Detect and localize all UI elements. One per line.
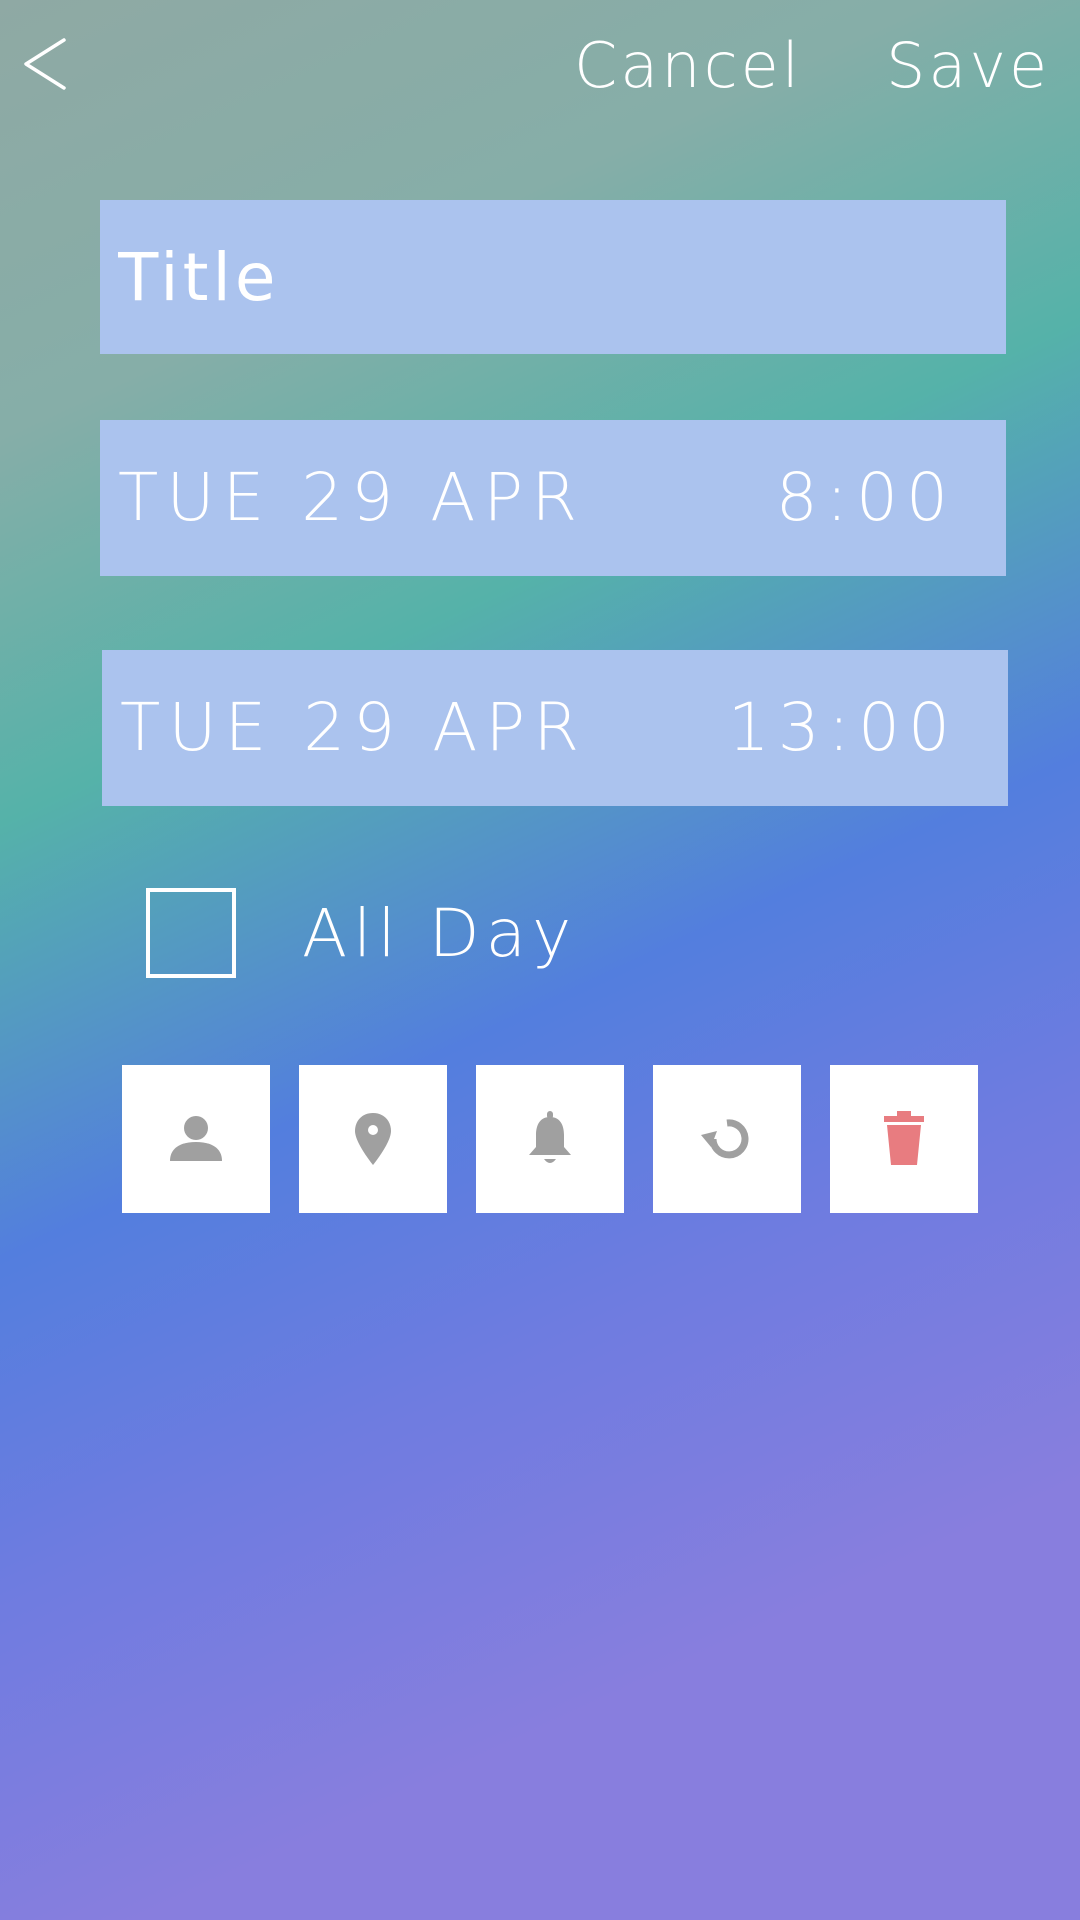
- start-datetime-row[interactable]: TUE 29 APR 8:00: [100, 420, 1006, 576]
- contact-button[interactable]: [122, 1065, 270, 1213]
- all-day-toggle[interactable]: All Day: [146, 886, 646, 978]
- all-day-checkbox[interactable]: [146, 888, 236, 978]
- end-time[interactable]: 13:00: [728, 650, 958, 806]
- cancel-button[interactable]: Cancel: [574, 28, 802, 104]
- save-button[interactable]: Save: [886, 28, 1050, 104]
- location-pin-icon: [355, 1113, 391, 1165]
- title-field[interactable]: [100, 200, 1006, 354]
- title-input[interactable]: [118, 200, 978, 354]
- person-icon: [170, 1116, 222, 1161]
- trash-icon: [884, 1111, 924, 1165]
- location-button[interactable]: [299, 1065, 447, 1213]
- repeat-button[interactable]: [653, 1065, 801, 1213]
- start-date[interactable]: TUE 29 APR: [118, 420, 585, 576]
- back-button[interactable]: [18, 34, 98, 104]
- alarm-button[interactable]: [476, 1065, 624, 1213]
- start-time[interactable]: 8:00: [776, 420, 956, 576]
- chevron-left-icon: [24, 38, 66, 90]
- end-datetime-row[interactable]: TUE 29 APR 13:00: [102, 650, 1008, 806]
- repeat-icon: [701, 1119, 749, 1159]
- end-date[interactable]: TUE 29 APR: [120, 650, 587, 806]
- all-day-label: All Day: [302, 895, 578, 972]
- event-tools-bar: [122, 1065, 982, 1213]
- delete-button[interactable]: [830, 1065, 978, 1213]
- bell-icon: [529, 1111, 571, 1163]
- top-bar: Cancel Save: [0, 0, 1080, 140]
